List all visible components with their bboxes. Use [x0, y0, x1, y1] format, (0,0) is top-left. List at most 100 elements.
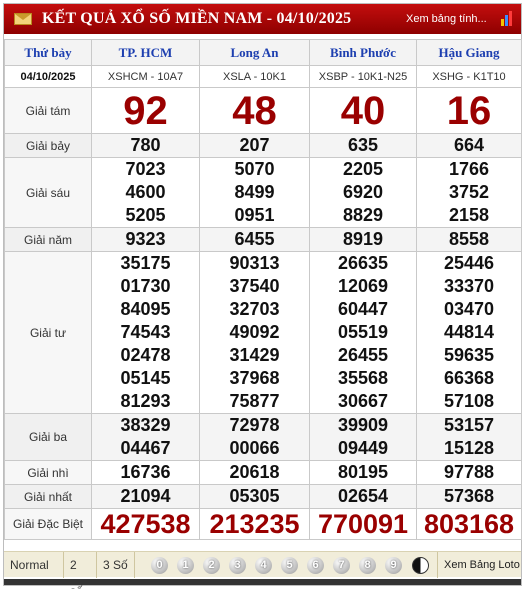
- prize-number: 803168: [423, 509, 515, 539]
- prize-numbers: 25446 33370 03470 44814 59635 66368 57108: [416, 251, 522, 414]
- prize-number: 770091: [317, 509, 409, 539]
- prize-number: 04467: [120, 438, 171, 458]
- prize-number: 33370: [443, 276, 495, 296]
- prize-number: 05145: [120, 368, 171, 388]
- mode-normal-button[interactable]: Normal: [4, 552, 64, 578]
- province-code: XSHG - K1T10: [416, 65, 522, 88]
- digit-ball[interactable]: 5: [281, 557, 298, 574]
- prize-number: 05305: [229, 486, 280, 506]
- prize-row: Giải nhì 16736 20618 80195 97788: [4, 460, 522, 485]
- loto-table-link[interactable]: Xem Bảng Loto: [437, 552, 520, 578]
- digit-ball[interactable]: 1: [177, 557, 194, 574]
- prize-number: 0951: [234, 205, 275, 225]
- prize-row: Giải ba 38329 04467 72978 00066 39909 09449 531…: [4, 413, 522, 461]
- province-code: XSHCM - 10A7: [91, 65, 200, 88]
- digit-ball[interactable]: 6: [307, 557, 324, 574]
- prize-row: Giải Đặc Biệt 427538 213235 770091 803168: [4, 508, 522, 540]
- prize-number: 38329: [120, 415, 171, 435]
- prize-number: 6920: [342, 182, 384, 202]
- prize-label: Giải ba: [4, 413, 92, 461]
- digit-ball[interactable]: 2: [203, 557, 220, 574]
- bar-chart-icon[interactable]: [501, 10, 515, 26]
- prize-number: 81293: [120, 391, 171, 411]
- prize-number: 66368: [443, 368, 495, 388]
- prize-number: 01730: [120, 276, 171, 296]
- digit-ball[interactable]: 4: [255, 557, 272, 574]
- mode-3-digit-button[interactable]: 3 Số: [97, 552, 135, 578]
- prize-number: 6455: [234, 229, 275, 249]
- prize-label: Giải sáu: [4, 157, 92, 228]
- prize-label: Giải tám: [4, 87, 92, 134]
- prize-numbers: 05305: [199, 484, 310, 509]
- prize-number: 427538: [100, 509, 191, 539]
- page-title: KẾT QUẢ XỔ SỐ MIỀN NAM - 04/10/2025: [42, 10, 352, 27]
- prize-number: 57108: [443, 391, 495, 411]
- prize-number: 16736: [120, 462, 171, 482]
- prize-number: 15128: [443, 438, 495, 458]
- digit-ball[interactable]: 3: [229, 557, 246, 574]
- prize-numbers: 48: [199, 87, 310, 134]
- stats-link[interactable]: Xem bảng tính...: [406, 13, 487, 25]
- digit-ball[interactable]: 0: [151, 557, 168, 574]
- prize-numbers: 35175 01730 84095 74543 02478 05145 81293: [91, 251, 200, 414]
- prize-number: 60447: [337, 299, 389, 319]
- prize-row: Giải bảy 780 207 635 664: [4, 133, 522, 158]
- prize-numbers: 780: [91, 133, 200, 158]
- prize-number: 00066: [229, 438, 280, 458]
- prize-numbers: 803168: [416, 508, 522, 540]
- province-name[interactable]: Bình Phước: [309, 39, 417, 66]
- prize-number: 26635: [337, 253, 389, 273]
- mode-2-digit-button[interactable]: 2 số: [64, 552, 97, 589]
- prize-number: 31429: [229, 345, 280, 365]
- province-name[interactable]: Long An: [199, 39, 310, 66]
- prize-numbers: 664: [416, 133, 522, 158]
- weekday-cell: Thứ bảy: [4, 39, 92, 66]
- prize-number: 7023: [125, 159, 166, 179]
- prize-numbers: 213235: [199, 508, 310, 540]
- yin-yang-icon[interactable]: [412, 557, 429, 574]
- prize-label: Giải tư: [4, 251, 92, 414]
- prize-number: 664: [453, 135, 485, 155]
- prize-label: Giải bảy: [4, 133, 92, 158]
- digit-ball[interactable]: 7: [333, 557, 350, 574]
- bottom-border: [4, 579, 521, 585]
- province-name[interactable]: Hậu Giang: [416, 39, 522, 66]
- prize-row: Giải nhất 21094 05305 02654 57368: [4, 484, 522, 509]
- province-name[interactable]: TP. HCM: [91, 39, 200, 66]
- code-row: 04/10/2025 XSHCM - 10A7 XSLA - 10K1 XSBP…: [4, 65, 522, 88]
- prize-number: 02478: [120, 345, 171, 365]
- prize-number: 35568: [337, 368, 389, 388]
- prize-numbers: 207: [199, 133, 310, 158]
- digit-ball[interactable]: 8: [359, 557, 376, 574]
- prize-numbers: 97788: [416, 460, 522, 485]
- prize-numbers: 80195: [309, 460, 417, 485]
- prize-number: 9323: [125, 229, 166, 249]
- prize-number: 49092: [229, 322, 280, 342]
- prize-number: 20618: [229, 462, 280, 482]
- prize-label: Giải Đặc Biệt: [4, 508, 92, 540]
- prize-number: 03470: [443, 299, 495, 319]
- prize-number: 39909: [337, 415, 389, 435]
- prize-number: 74543: [120, 322, 171, 342]
- prize-number: 37540: [229, 276, 280, 296]
- prize-numbers: 635: [309, 133, 417, 158]
- prize-number: 25446: [443, 253, 495, 273]
- prize-row: Giải tám 92 48 40 16: [4, 87, 522, 134]
- prize-number: 5205: [125, 205, 166, 225]
- prize-number: 59635: [443, 345, 495, 365]
- digit-ball[interactable]: 9: [385, 557, 402, 574]
- prize-number: 80195: [337, 462, 389, 482]
- prize-numbers: 39909 09449: [309, 413, 417, 461]
- prize-numbers: 21094: [91, 484, 200, 509]
- prize-number: 72978: [229, 415, 280, 435]
- prize-numbers: 90313 37540 32703 49092 31429 37968 75877: [199, 251, 310, 414]
- prize-row: Giải tư 35175 01730 84095 74543 02478 05145 812…: [4, 251, 522, 414]
- prize-label: Giải năm: [4, 227, 92, 252]
- prize-number: 207: [239, 135, 270, 155]
- prize-number: 53157: [443, 415, 495, 435]
- results-header: KẾT QUẢ XỔ SỐ MIỀN NAM - 04/10/2025 Xem …: [4, 4, 521, 34]
- prize-numbers: 1766 3752 2158: [416, 157, 522, 228]
- footer-toolbar: Normal 2 số 3 Số 0123456789 Xem Bảng Lot…: [4, 551, 521, 589]
- prize-number: 12069: [337, 276, 389, 296]
- prize-number: 92: [123, 88, 168, 133]
